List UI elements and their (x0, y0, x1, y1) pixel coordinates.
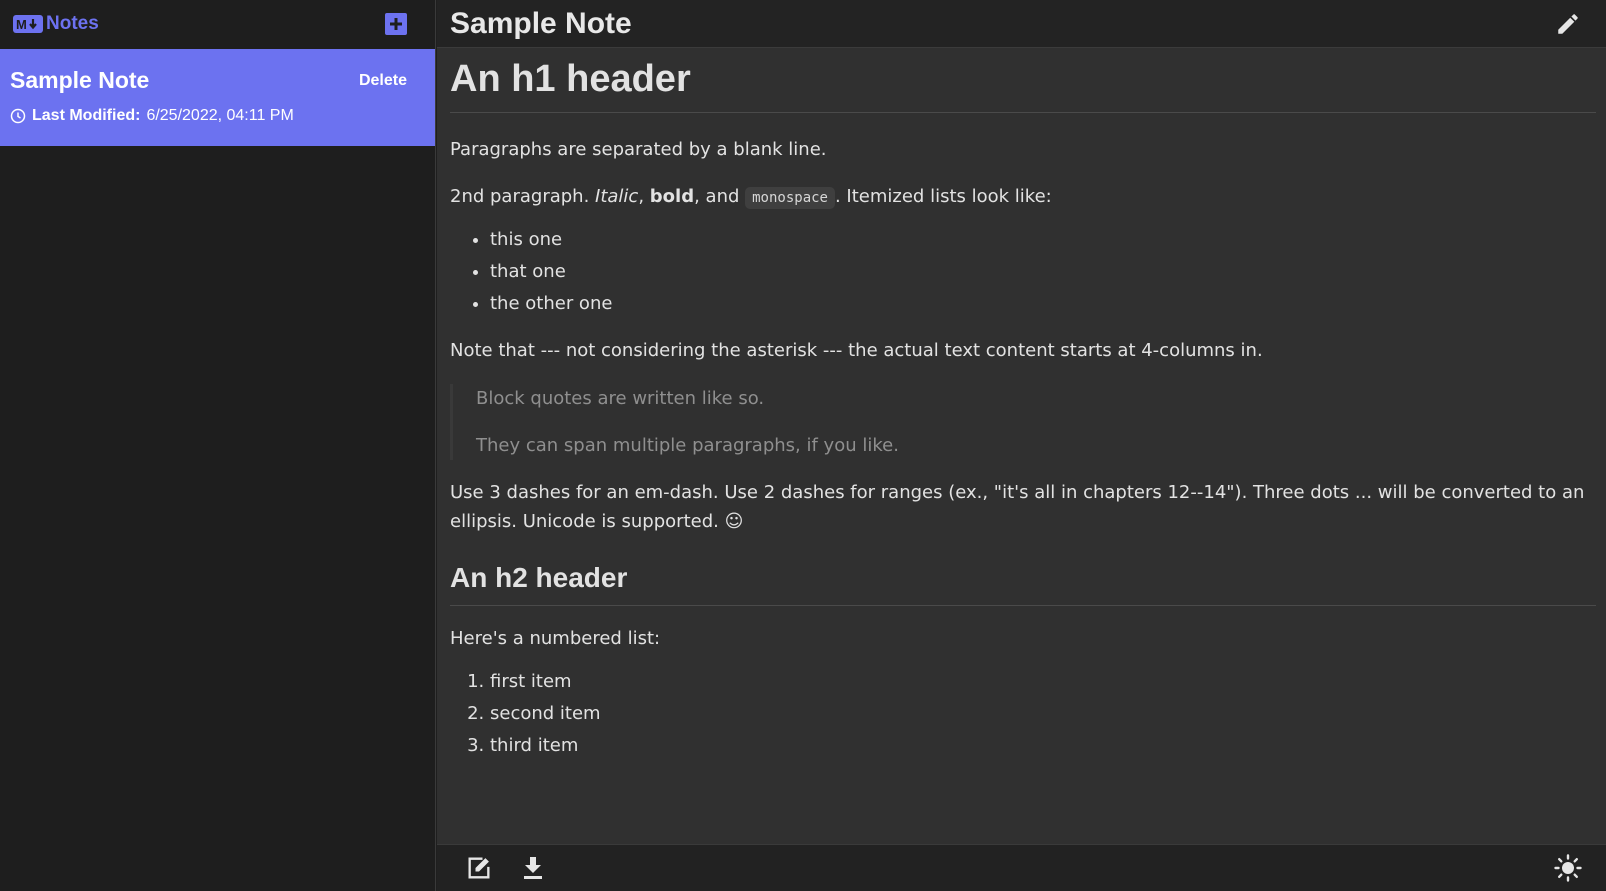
clock-icon (10, 108, 26, 124)
download-button[interactable] (519, 854, 547, 882)
content-h1: An h1 header (450, 57, 1596, 113)
edit-button[interactable] (1554, 10, 1582, 38)
pencil-icon (1558, 13, 1578, 34)
brand-label: Notes (46, 13, 99, 34)
theme-toggle-button[interactable] (1554, 854, 1582, 882)
last-modified-value: 6/25/2022, 04:11 PM (146, 107, 294, 124)
svg-text:M: M (16, 17, 27, 32)
app-root: M Notes Sample Note Delete Last Modified… (0, 0, 1606, 891)
p2-italic: Italic (595, 185, 639, 207)
list-item: that one (490, 257, 1596, 286)
paragraph-3: Note that --- not considering the asteri… (450, 340, 1263, 362)
p2-suffix: . Itemized lists look like: (834, 185, 1052, 207)
bullet-list: this one that one the other one (450, 225, 1596, 318)
note-last-modified: Last Modified: 6/25/2022, 04:11 PM (10, 107, 407, 125)
list-item: this one (490, 225, 1596, 254)
plus-square-icon (385, 13, 407, 35)
paragraph-1: Paragraphs are separated by a blank line… (450, 138, 827, 160)
p2-sep2: , and (694, 185, 746, 207)
list-item: first item (490, 667, 1596, 696)
p2-prefix: 2nd paragraph. (450, 185, 596, 207)
bottom-toolbar (437, 844, 1606, 891)
p2-code: monospace (745, 186, 835, 209)
download-icon (524, 857, 542, 879)
sidebar-header: M Notes (0, 0, 435, 48)
edit-note-button[interactable] (465, 854, 493, 882)
blockquote-paragraph: Block quotes are written like so. (476, 387, 765, 409)
delete-note-button[interactable]: Delete (359, 72, 407, 90)
sidebar: M Notes Sample Note Delete Last Modified… (0, 0, 436, 891)
paragraph-2: 2nd paragraph. Italic, bold, and monospa… (450, 182, 1596, 211)
note-content: An h1 header Paragraphs are separated by… (437, 49, 1606, 844)
blockquote: Block quotes are written like so. They c… (450, 383, 1596, 460)
paragraph-5: Here's a numbered list: (450, 627, 661, 649)
list-item: third item (490, 731, 1596, 760)
content-h2: An h2 header (450, 560, 1596, 606)
blockquote-paragraph: They can span multiple paragraphs, if yo… (476, 434, 899, 456)
brand: M Notes (13, 13, 99, 35)
list-item: the other one (490, 289, 1596, 318)
note-title: Sample Note (450, 6, 632, 40)
markdown-logo-icon: M (13, 15, 43, 33)
list-item: second item (490, 699, 1596, 728)
paragraph-4: Use 3 dashes for an em-dash. Use 2 dashe… (450, 481, 1585, 532)
last-modified-label: Last Modified: (32, 107, 141, 124)
numbered-list: first item second item third item (450, 667, 1596, 760)
add-note-button[interactable] (385, 13, 407, 35)
theme-sun-icon (1554, 854, 1582, 882)
p2-bold: bold (649, 185, 695, 207)
note-list-item-header: Sample Note Delete (10, 67, 407, 94)
edit-note-icon (468, 857, 490, 879)
note-topbar: Sample Note (437, 0, 1606, 48)
note-list-item-title: Sample Note (10, 67, 150, 93)
note-list-item[interactable]: Sample Note Delete Last Modified: 6/25/2… (0, 49, 435, 146)
p2-sep1: , (638, 185, 650, 207)
main-panel: Sample Note An h1 header Paragraphs are … (437, 0, 1606, 891)
